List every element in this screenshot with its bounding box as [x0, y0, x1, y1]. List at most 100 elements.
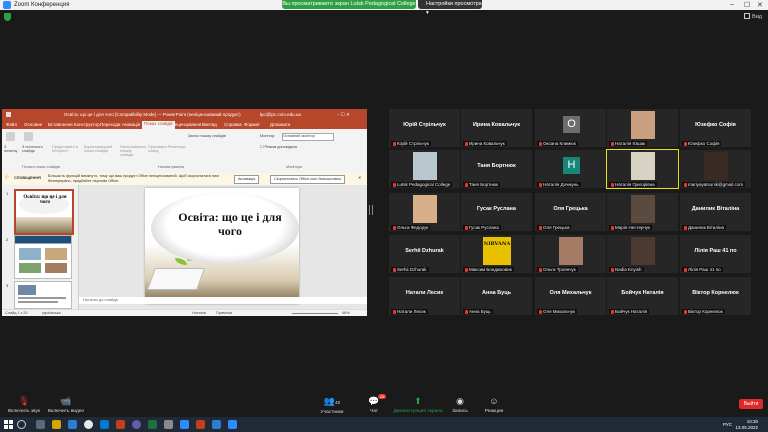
ppt-window-controls[interactable]: – ☐ ✕ — [337, 109, 350, 120]
tab-help[interactable]: Справка — [224, 122, 242, 127]
participant-video — [631, 195, 655, 223]
view-options-button[interactable]: Настройки просмотра ▾ — [418, 0, 482, 16]
zoom-slider[interactable] — [292, 313, 338, 314]
participant-tile[interactable]: Nadia Knyish — [607, 235, 678, 273]
participant-tile[interactable]: Юрій Стрільчук Юрій Стрільчук — [389, 109, 460, 147]
tab-home[interactable]: Основне — [24, 122, 42, 127]
participant-tile[interactable]: Данилик Віталіна Данилик Віталіна — [680, 193, 751, 231]
tab-animations[interactable]: Анімація — [122, 122, 140, 127]
participant-label: Натали Лесик — [391, 309, 428, 314]
comments-toggle[interactable]: Примітки — [216, 311, 232, 315]
file-explorer-icon[interactable] — [52, 420, 61, 429]
participant-tile[interactable]: Serhii Dzhurak Serhii Dzhurak — [389, 235, 460, 273]
participant-tile[interactable]: Віктор Корнелюк Віктор Корнелюк — [680, 277, 751, 315]
save-icon[interactable] — [6, 112, 11, 117]
tab-format[interactable]: Формат — [244, 122, 260, 127]
tab-file[interactable]: Файл — [6, 122, 17, 127]
tab-review[interactable]: Рецензування — [172, 122, 201, 127]
participant-tile[interactable]: Наталія Юшак — [607, 109, 678, 147]
ribbon-btn-from-current[interactable]: З поточного слайда — [22, 145, 46, 153]
notes-pane[interactable]: Нотатки до слайда — [79, 297, 367, 304]
shield-icon[interactable] — [4, 13, 11, 21]
notes-toggle[interactable]: Нотатки — [192, 311, 206, 315]
thumbnail-slide-1[interactable]: Освіта: що це і для чого — [14, 189, 74, 235]
presenter-view-checkbox[interactable]: ☐ Режим доповідача — [260, 144, 297, 149]
start-video-button[interactable]: 📹 Включить видео — [36, 396, 96, 414]
powerpoint-2-icon[interactable] — [196, 420, 205, 429]
tab-assist[interactable]: Допомога — [270, 122, 290, 127]
participant-tile[interactable]: Оля Михальчук Оля Михальчук — [535, 277, 606, 315]
app-icon[interactable] — [164, 420, 173, 429]
participant-name-large: Юрій Стрільчук — [403, 122, 446, 128]
activate-button[interactable]: Активація — [234, 175, 260, 184]
task-view-icon[interactable] — [36, 420, 45, 429]
word-2-icon[interactable] — [212, 420, 221, 429]
ribbon-btn-present-online[interactable]: Представити в Інтернеті — [52, 145, 78, 153]
maximize-icon[interactable]: ☐ — [744, 1, 750, 9]
splitter-handle[interactable] — [369, 205, 373, 215]
participant-image-text: NIRVANA — [483, 241, 511, 247]
tab-insert[interactable]: Вставлення — [48, 122, 73, 127]
participant-tile[interactable]: Лілія Раш 41 по Лілія Раш 41 по — [680, 235, 751, 273]
participant-tile[interactable]: Юзефко Софія Юзефко Софія — [680, 109, 751, 147]
ppt-statusbar: Слайд 1 з 20 українська Нотатки Примітки… — [2, 309, 367, 316]
participant-tile[interactable]: Ольга Федорук — [389, 193, 460, 231]
participant-tile[interactable]: H Наталія Дочмунь — [535, 150, 606, 188]
participant-label: Марія Нестерчук — [609, 225, 652, 230]
ribbon-btn-hide-slide[interactable]: Приховати слайд — [148, 145, 167, 153]
word-icon[interactable] — [68, 420, 77, 429]
participant-tile[interactable]: Наталія Григорівна — [606, 149, 679, 189]
search-icon[interactable] — [17, 420, 26, 429]
participant-name-large: Данилик Віталіна — [691, 206, 740, 212]
reactions-button[interactable]: ☺ Реакции — [464, 396, 524, 414]
participant-tile[interactable]: Lutsk Pedagogical College — [389, 150, 460, 188]
ribbon-btn-setup-show[interactable]: Настроювання показу слайдів — [120, 145, 146, 157]
viber-icon[interactable] — [132, 420, 141, 429]
current-slide[interactable]: Освіта: що це і для чого — [145, 188, 299, 304]
participant-tile[interactable]: Натали Лесик Натали Лесик — [389, 277, 460, 315]
leave-button[interactable]: Выйти — [739, 399, 763, 409]
infobar-close-icon[interactable]: ✕ — [358, 175, 361, 180]
tab-transitions[interactable]: Переходи — [100, 122, 120, 127]
office-online-button[interactable]: Скористатись Office.com безкоштовно — [270, 175, 346, 184]
tab-view[interactable]: Вигляд — [202, 122, 217, 127]
participant-tile[interactable]: Оля Грецька Оля Грецька — [535, 193, 606, 231]
participant-label: Оля Грецька — [537, 225, 572, 230]
mic-muted-icon — [611, 310, 614, 314]
participant-tile[interactable]: Бойчук Наталія Бойчук Наталія — [607, 277, 678, 315]
chrome-icon[interactable] — [84, 420, 93, 429]
excel-icon[interactable] — [148, 420, 157, 429]
ribbon-btn-from-start[interactable]: З початку — [4, 145, 20, 153]
ribbon-btn-record[interactable]: Запис показу слайдів — [188, 134, 248, 138]
thumb-photo-a — [19, 248, 41, 260]
windows-start-icon[interactable] — [4, 420, 13, 429]
tab-slideshow[interactable]: Показ слайдів — [142, 121, 176, 129]
minimize-icon[interactable]: – — [730, 1, 734, 8]
participant-name: Юзефко Софія — [688, 141, 720, 146]
input-language[interactable]: РУС — [723, 422, 732, 427]
participant-tile[interactable]: Таня Бортнюк Таня Бортнюк — [461, 150, 532, 188]
edge-icon[interactable] — [100, 420, 109, 429]
participant-tile[interactable]: O Оксана Климюк — [535, 109, 606, 147]
shared-screen[interactable]: Освіта: що це і для чого [Compatibility … — [2, 109, 367, 316]
thumb-num-3: 3 — [6, 283, 9, 288]
zoom-taskbar-icon[interactable] — [180, 420, 189, 429]
participant-tile[interactable]: Марія Нестерчук — [607, 193, 678, 231]
thumbnail-slide-3[interactable] — [14, 281, 72, 309]
thumbnail-slide-2[interactable] — [14, 235, 72, 279]
ribbon-btn-custom-show[interactable]: Користувацький показ слайдів — [84, 145, 114, 153]
close-icon[interactable]: ✕ — [757, 1, 763, 9]
participant-tile[interactable]: mariyayatsunik@gmail.com — [680, 150, 751, 188]
powerpoint-icon[interactable] — [116, 420, 125, 429]
view-button[interactable]: Вид — [744, 13, 762, 20]
tab-design[interactable]: Конструктор — [74, 122, 100, 127]
participant-tile[interactable]: Ольга Троянчук — [535, 235, 606, 273]
participant-tile[interactable]: Гусак Руслана Гусак Руслана — [461, 193, 532, 231]
participant-tile[interactable]: Ирина Ковальчук Ирина Ковальчук — [461, 109, 532, 147]
monitor-select[interactable]: Основний монітор — [282, 133, 334, 141]
ribbon-btn-rehearse[interactable]: Репетиція — [168, 145, 185, 149]
participant-tile[interactable]: NIRVANA Максим Бондюковик — [461, 235, 532, 273]
system-clock[interactable]: 10:30 13.05.2022 — [735, 419, 758, 430]
participant-tile[interactable]: Анна Буць Анна Буць — [461, 277, 532, 315]
zoom-2-icon[interactable] — [228, 420, 237, 429]
